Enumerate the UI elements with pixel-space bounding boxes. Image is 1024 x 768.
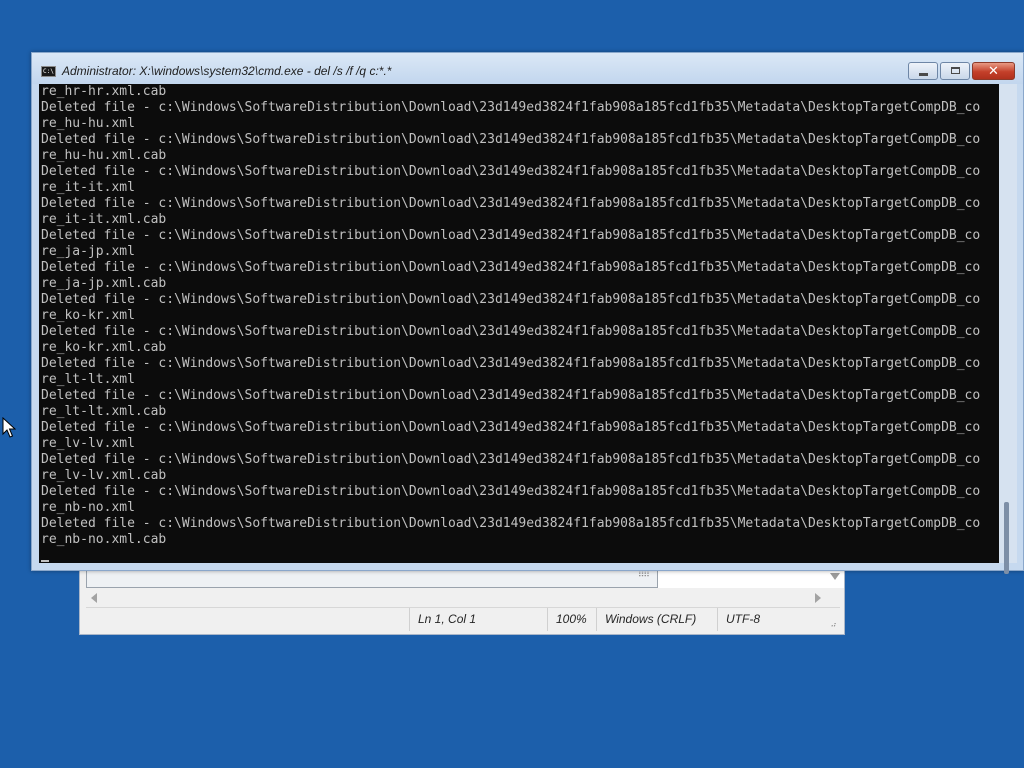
size-grip-icon[interactable]: ⠴ <box>830 620 836 629</box>
status-zoom-level: 100% <box>547 608 596 631</box>
console-line: Deleted file - c:\Windows\SoftwareDistri… <box>41 388 981 403</box>
console-line: re_it-it.xml <box>41 180 135 195</box>
console-line: Deleted file - c:\Windows\SoftwareDistri… <box>41 228 981 243</box>
maximize-icon <box>951 67 960 74</box>
notepad-status-bar: Ln 1, Col 1 100% Windows (CRLF) UTF-8 ⠴ <box>86 607 840 631</box>
console-line: re_ja-jp.xml <box>41 244 135 259</box>
console-app-icon[interactable]: C:\ <box>41 66 56 77</box>
console-line: re_lt-lt.xml.cab <box>41 404 167 419</box>
resize-grip-icon: ⠿⠿ <box>637 570 650 580</box>
notepad-horizontal-scrollbar[interactable] <box>86 588 840 607</box>
console-line: re_ja-jp.xml.cab <box>41 276 167 291</box>
status-cursor-position: Ln 1, Col 1 <box>409 608 547 631</box>
console-line: Deleted file - c:\Windows\SoftwareDistri… <box>41 260 981 275</box>
status-encoding: UTF-8 <box>717 608 840 631</box>
console-line: re_it-it.xml.cab <box>41 212 167 227</box>
scroll-right-arrow-icon[interactable] <box>815 593 821 603</box>
scroll-left-arrow-icon[interactable] <box>91 593 97 603</box>
console-line: Deleted file - c:\Windows\SoftwareDistri… <box>41 356 981 371</box>
console-line-list: re_hr-hr.xml.cab Deleted file - c:\Window… <box>41 84 980 548</box>
console-line: re_lt-lt.xml <box>41 372 135 387</box>
minimize-icon <box>919 73 928 76</box>
console-line: re_ko-kr.xml.cab <box>41 340 167 355</box>
console-line: Deleted file - c:\Windows\SoftwareDistri… <box>41 324 981 339</box>
console-line: re_lv-lv.xml.cab <box>41 468 167 483</box>
mouse-pointer-icon <box>2 417 16 438</box>
console-line: re_hu-hu.xml.cab <box>41 148 167 163</box>
close-button[interactable]: ✕ <box>972 62 1015 80</box>
scrollbar-thumb[interactable] <box>1004 502 1009 574</box>
console-line: Deleted file - c:\Windows\SoftwareDistri… <box>41 292 981 307</box>
console-line: Deleted file - c:\Windows\SoftwareDistri… <box>41 484 981 499</box>
console-line: Deleted file - c:\Windows\SoftwareDistri… <box>41 132 981 147</box>
console-output[interactable]: re_hr-hr.xml.cab Deleted file - c:\Window… <box>39 84 999 563</box>
console-line: re_ko-kr.xml <box>41 308 135 323</box>
console-line: Deleted file - c:\Windows\SoftwareDistri… <box>41 164 981 179</box>
console-line: re_hu-hu.xml <box>41 116 135 131</box>
close-icon: ✕ <box>988 64 999 79</box>
console-line: Deleted file - c:\Windows\SoftwareDistri… <box>41 196 981 211</box>
console-cursor <box>41 560 49 562</box>
console-line: re_nb-no.xml <box>41 500 135 515</box>
console-line: re_nb-no.xml.cab <box>41 532 167 547</box>
cmd-title-bar[interactable]: C:\ Administrator: X:\windows\system32\c… <box>32 53 1023 84</box>
minimize-button[interactable] <box>908 62 938 80</box>
console-line: Deleted file - c:\Windows\SoftwareDistri… <box>41 452 981 467</box>
console-line: Deleted file - c:\Windows\SoftwareDistri… <box>41 100 981 115</box>
cmd-window-title: Administrator: X:\windows\system32\cmd.e… <box>62 64 392 78</box>
cmd-window: C:\ Administrator: X:\windows\system32\c… <box>31 52 1024 574</box>
notepad-window: ⠿⠿ Ln 1, Col 1 100% Windows (CRLF) UTF-8… <box>79 565 845 635</box>
console-line: re_hr-hr.xml.cab <box>41 84 167 99</box>
console-line: Deleted file - c:\Windows\SoftwareDistri… <box>41 516 981 531</box>
console-line: Deleted file - c:\Windows\SoftwareDistri… <box>41 420 981 435</box>
console-vertical-scrollbar[interactable] <box>999 84 1017 574</box>
maximize-button[interactable] <box>940 62 970 80</box>
console-line: re_lv-lv.xml <box>41 436 135 451</box>
window-controls: ✕ <box>908 62 1015 81</box>
scroll-down-arrow-icon[interactable] <box>830 573 840 580</box>
status-line-ending: Windows (CRLF) <box>596 608 717 631</box>
